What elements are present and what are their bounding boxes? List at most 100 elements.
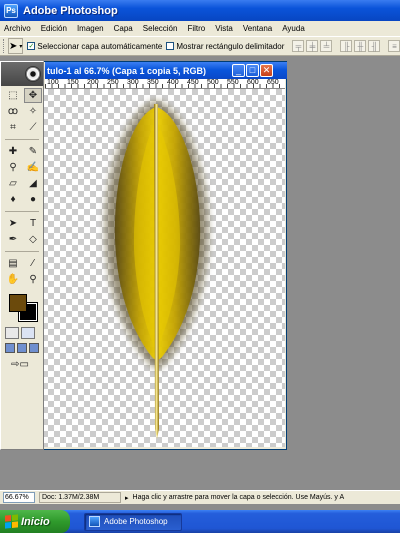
move-tool-icon[interactable]: ✥ (24, 88, 42, 103)
marquee-tool-icon[interactable]: ⬚ (4, 88, 22, 103)
chevron-down-icon: ▾ (19, 43, 23, 50)
ruler-label: 400 (167, 79, 179, 86)
align-top-icon[interactable]: ╤ (292, 40, 305, 52)
ruler-label: 450 (187, 79, 199, 86)
menu-seleccion[interactable]: Selección (143, 24, 178, 33)
canvas[interactable] (18, 89, 285, 447)
align-left-icon[interactable]: ╟ (340, 40, 353, 52)
quick-mask-button[interactable] (21, 327, 35, 339)
menu-ayuda[interactable]: Ayuda (282, 24, 305, 33)
clone-stamp-tool-icon[interactable]: ⚲ (4, 160, 22, 175)
close-button[interactable]: ✕ (260, 64, 273, 77)
align-hcenter-icon[interactable]: ╫ (354, 40, 367, 52)
photoshop-icon: Ps (4, 3, 18, 18)
lasso-tool-icon[interactable]: ꝏ (4, 104, 22, 119)
ruler-label: 600 (247, 79, 259, 86)
document-window: tulo-1 al 66.7% (Capa 1 copia 5, RGB) _ … (5, 61, 287, 450)
healing-brush-tool-icon[interactable]: ✚ (4, 144, 22, 159)
minimize-button[interactable]: _ (232, 64, 245, 77)
tool-grid: ⬚ ✥ ꝏ ✧ ⌗ ⟋ (1, 86, 43, 137)
blur-tool-icon[interactable]: ♦ (4, 192, 22, 207)
menu-capa[interactable]: Capa (114, 24, 133, 33)
eyedropper-tool-icon[interactable]: ⁄ (24, 256, 42, 271)
eraser-tool-icon[interactable]: ▱ (4, 176, 22, 191)
menu-imagen[interactable]: Imagen (77, 24, 104, 33)
feather-image (105, 101, 209, 439)
windows-logo-icon (5, 514, 18, 529)
close-icon: ✕ (262, 65, 271, 75)
status-bar: 66.67% Doc: 1.37M/2.38M ▸ Haga clic y ar… (0, 490, 400, 504)
jump-to-imageready-icon[interactable]: ⇨▭ (5, 357, 35, 372)
zoom-field[interactable]: 66.67% (3, 492, 35, 503)
distribute-buttons: ≡ ≡ (388, 40, 400, 52)
bounding-box-checkbox[interactable] (166, 42, 175, 50)
align-bottom-icon[interactable]: ╧ (320, 40, 333, 52)
auto-select-option[interactable]: ✓ Seleccionar capa automáticamente (27, 42, 162, 51)
ruler-label: 100 (47, 79, 59, 86)
bounding-box-option[interactable]: Mostrar rectángulo delimitador (166, 42, 284, 51)
magic-wand-tool-icon[interactable]: ✧ (24, 104, 42, 119)
taskbar: Inicio Adobe Photoshop (0, 510, 400, 533)
ruler-label: 200 (87, 79, 99, 86)
zoom-tool-icon[interactable]: ⚲ (24, 272, 42, 287)
standard-mode-button[interactable] (5, 327, 19, 339)
adobe-eye-icon[interactable] (25, 66, 41, 82)
start-button[interactable]: Inicio (0, 510, 70, 533)
toolbox-divider (5, 139, 39, 140)
shape-tool-icon[interactable]: ◇ (24, 232, 42, 247)
doc-info-menu-icon[interactable]: ▸ (125, 494, 129, 502)
menu-ventana[interactable]: Ventana (243, 24, 272, 33)
menu-filtro[interactable]: Filtro (187, 24, 205, 33)
maximize-button[interactable]: □ (246, 64, 259, 77)
hand-tool-icon[interactable]: ✋ (4, 272, 22, 287)
screen-mode-row (1, 341, 43, 355)
notes-tool-icon[interactable]: ▤ (4, 256, 22, 271)
ruler-label: 350 (147, 79, 159, 86)
minimize-icon: _ (235, 65, 241, 75)
menu-bar: Archivo Edición Imagen Capa Selección Fi… (0, 21, 400, 36)
pen-tool-icon[interactable]: ✒ (4, 232, 22, 247)
document-title: tulo-1 al 66.7% (Capa 1 copia 5, RGB) (47, 65, 207, 76)
options-grip[interactable] (3, 39, 4, 53)
imageready-row: ⇨▭ (1, 355, 43, 374)
auto-select-label: Seleccionar capa automáticamente (37, 41, 163, 51)
photoshop-icon (89, 516, 100, 527)
toolbox-divider (5, 211, 39, 212)
tool-preset-picker[interactable]: ➤ ▾ (8, 38, 24, 54)
screen-mode-full-icon[interactable] (29, 343, 39, 353)
ruler-label: 300 (127, 79, 139, 86)
path-selection-tool-icon[interactable]: ➤ (4, 216, 22, 231)
status-hint: Haga clic y arrastre para mover la capa … (132, 494, 345, 501)
maximize-icon: □ (249, 65, 256, 75)
screen-mode-standard-icon[interactable] (5, 343, 15, 353)
foreground-color-swatch[interactable] (9, 294, 27, 312)
align-vcenter-icon[interactable]: ╪ (306, 40, 319, 52)
title-bar: Ps Adobe Photoshop (0, 0, 400, 21)
menu-vista[interactable]: Vista (215, 24, 233, 33)
tool-grid: ✚ ✎ ⚲ ✍ ▱ ◢ ♦ ● (1, 142, 43, 209)
menu-archivo[interactable]: Archivo (4, 24, 31, 33)
auto-select-checkbox[interactable]: ✓ (27, 42, 36, 50)
ruler-label: 250 (107, 79, 119, 86)
menu-edicion[interactable]: Edición (41, 24, 67, 33)
brush-tool-icon[interactable]: ✎ (24, 144, 42, 159)
slice-tool-icon[interactable]: ⟋ (24, 120, 42, 135)
align-right-icon[interactable]: ╢ (368, 40, 381, 52)
taskbar-item-photoshop[interactable]: Adobe Photoshop (84, 512, 182, 531)
ruler-label: 500 (207, 79, 219, 86)
screen-mode-menubar-icon[interactable] (17, 343, 27, 353)
history-brush-tool-icon[interactable]: ✍ (24, 160, 42, 175)
document-info[interactable]: Doc: 1.37M/2.38M (39, 492, 121, 503)
toolbox-header[interactable] (1, 62, 43, 86)
ruler-horizontal[interactable]: 100 150 200 250 300 350 400 450 500 550 … (45, 79, 285, 89)
dodge-tool-icon[interactable]: ● (24, 192, 42, 207)
tool-grid: ▤ ⁄ ✋ ⚲ (1, 254, 43, 289)
crop-tool-icon[interactable]: ⌗ (4, 120, 22, 135)
tool-grid: ➤ T ✒ ◇ (1, 214, 43, 249)
type-tool-icon[interactable]: T (24, 216, 42, 231)
align-buttons: ╤ ╪ ╧ (292, 40, 333, 52)
bounding-box-label: Mostrar rectángulo delimitador (176, 41, 285, 51)
distribute-top-icon[interactable]: ≡ (388, 40, 400, 52)
align-buttons-2: ╟ ╫ ╢ (340, 40, 381, 52)
paint-bucket-tool-icon[interactable]: ◢ (24, 176, 42, 191)
